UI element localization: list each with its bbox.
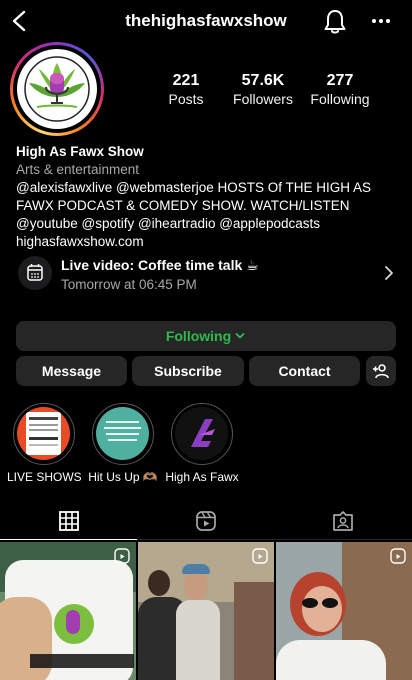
live-event-row[interactable]: Live video: Coffee time talk ☕ Tomorrow … — [16, 252, 396, 298]
highlight-high-as-fawx[interactable]: High As Fawx — [165, 403, 239, 484]
profile-category: Arts & entertainment — [16, 162, 140, 177]
highlight-cover — [17, 407, 70, 460]
more-horizontal-icon[interactable] — [368, 11, 394, 31]
highlight-label: Hit Us Up 🫶🏽 — [88, 470, 158, 484]
bio-line: FAWX PODCAST & COMEDY SHOW. WATCH/LISTEN — [16, 198, 350, 213]
profile-name: High As Fawx Show — [16, 144, 144, 159]
bio-line: @youtube @spotify @iheartradio @applepod… — [16, 216, 320, 231]
following-button[interactable]: Following — [16, 321, 396, 351]
add-user-icon — [373, 364, 389, 379]
event-time: Tomorrow at 06:45 PM — [61, 277, 197, 292]
chevron-right-icon — [385, 266, 393, 280]
tab-reels[interactable] — [137, 504, 274, 540]
highlight-label: High As Fawx — [165, 470, 239, 484]
post-thumbnail[interactable] — [138, 542, 274, 680]
bell-icon[interactable] — [323, 9, 347, 35]
profile-link[interactable]: highasfawxshow.com — [16, 233, 400, 251]
profile-username: thehighasfawxshow — [125, 11, 287, 30]
grid-icon — [59, 511, 79, 531]
following-stat[interactable]: 277 Following — [295, 72, 385, 108]
highlight-live-shows[interactable]: LIVE SHOWS — [7, 403, 82, 484]
highlight-cover — [175, 407, 228, 460]
calendar-icon — [18, 256, 52, 290]
reels-icon — [196, 511, 216, 531]
tagged-icon — [333, 511, 353, 531]
highlight-cover — [96, 407, 149, 460]
avatar — [17, 49, 97, 129]
reels-icon — [390, 548, 406, 564]
reels-icon — [114, 548, 130, 564]
post-thumbnail[interactable] — [276, 542, 412, 680]
post-thumbnail[interactable] — [0, 542, 136, 680]
following-label: Following — [165, 328, 232, 344]
message-button[interactable]: Message — [16, 356, 127, 386]
reels-icon — [252, 548, 268, 564]
subscribe-button[interactable]: Subscribe — [132, 356, 244, 386]
profile-tabs — [0, 504, 412, 540]
event-title: Live video: Coffee time talk ☕ — [61, 257, 259, 273]
contact-button[interactable]: Contact — [249, 356, 360, 386]
chevron-down-icon — [235, 333, 245, 339]
bio-line: @alexisfawxlive @webmasterjoe HOSTS Of T… — [16, 180, 372, 195]
tab-tagged[interactable] — [274, 504, 411, 540]
add-user-button[interactable] — [366, 356, 396, 386]
posts-grid — [0, 542, 412, 680]
highlight-label: LIVE SHOWS — [7, 470, 82, 484]
following-count: 277 — [326, 72, 354, 89]
top-bar: thehighasfawxshow — [0, 0, 412, 44]
bio: High As Fawx Show Arts & entertainment @… — [16, 143, 400, 251]
cannabis-microphone-logo — [24, 56, 90, 122]
following-label: Following — [310, 91, 370, 107]
highlight-hit-us-up[interactable]: Hit Us Up 🫶🏽 — [86, 403, 160, 484]
tab-grid[interactable] — [0, 504, 137, 540]
story-ring[interactable] — [10, 42, 104, 136]
